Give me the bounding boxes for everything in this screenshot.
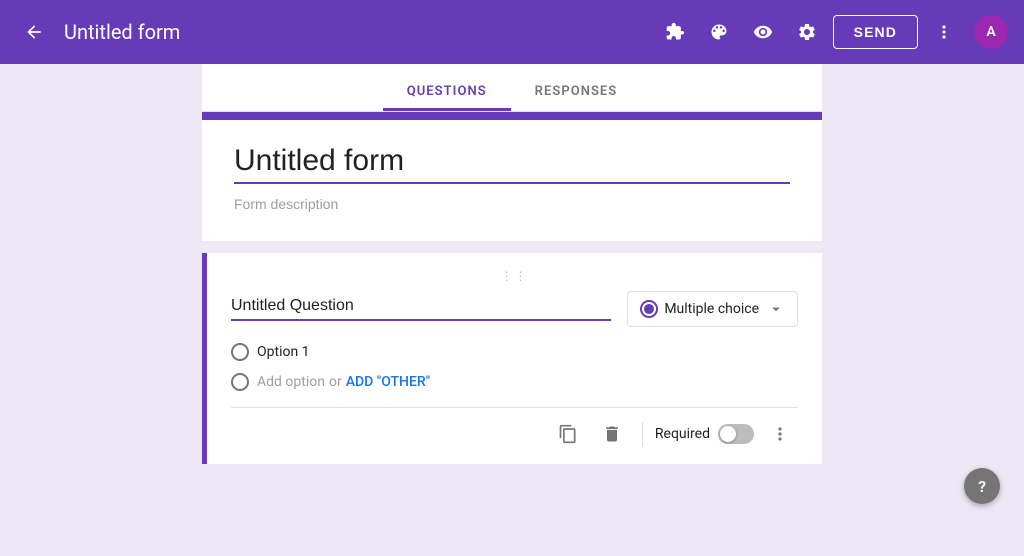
extensions-button[interactable]	[657, 14, 693, 50]
tab-questions[interactable]: QUESTIONS	[383, 72, 511, 111]
header-right: SEND A	[657, 14, 1008, 50]
required-label: Required	[655, 426, 710, 442]
send-button[interactable]: SEND	[833, 15, 918, 49]
question-type-dropdown[interactable]: Multiple choice	[627, 291, 798, 327]
duplicate-button[interactable]	[550, 416, 586, 452]
avatar[interactable]: A	[974, 15, 1008, 49]
more-menu-button[interactable]	[926, 14, 962, 50]
required-toggle[interactable]	[718, 424, 754, 444]
help-button[interactable]: ?	[964, 468, 1000, 504]
main-content: QUESTIONS RESPONSES ⋮⋮	[0, 64, 1024, 528]
add-option-or: or	[329, 374, 342, 390]
header-title: Untitled form	[64, 20, 180, 44]
tab-responses[interactable]: RESPONSES	[511, 72, 642, 111]
preview-button[interactable]	[745, 14, 781, 50]
form-title-input[interactable]	[234, 144, 790, 184]
form-container: QUESTIONS RESPONSES ⋮⋮	[202, 64, 822, 528]
delete-button[interactable]	[594, 416, 630, 452]
option-1-radio	[231, 343, 249, 361]
add-option-row: Add option or ADD "OTHER"	[231, 373, 798, 391]
option-1-label: Option 1	[257, 344, 310, 360]
form-title-card	[202, 112, 822, 241]
question-type-label: Multiple choice	[664, 301, 759, 317]
form-description-input[interactable]	[234, 196, 790, 213]
app-header: Untitled form SEND	[0, 0, 1024, 64]
add-option-radio	[231, 373, 249, 391]
question-footer: Required	[231, 407, 798, 456]
more-options-button[interactable]	[762, 416, 798, 452]
settings-button[interactable]	[789, 14, 825, 50]
add-other-link[interactable]: ADD "OTHER"	[346, 374, 430, 390]
add-option-text[interactable]: Add option	[257, 374, 325, 390]
required-section: Required	[655, 424, 754, 444]
question-card: ⋮⋮ Multiple choice	[202, 253, 822, 464]
tabs-bar: QUESTIONS RESPONSES	[202, 64, 822, 112]
drag-handle[interactable]: ⋮⋮	[231, 269, 798, 283]
radio-icon	[640, 300, 658, 318]
question-title-input[interactable]	[231, 297, 611, 321]
back-button[interactable]	[16, 14, 52, 50]
footer-divider	[642, 422, 643, 446]
header-left: Untitled form	[16, 14, 180, 50]
palette-button[interactable]	[701, 14, 737, 50]
option-1-row: Option 1	[231, 343, 798, 361]
question-row: Multiple choice	[231, 291, 798, 327]
